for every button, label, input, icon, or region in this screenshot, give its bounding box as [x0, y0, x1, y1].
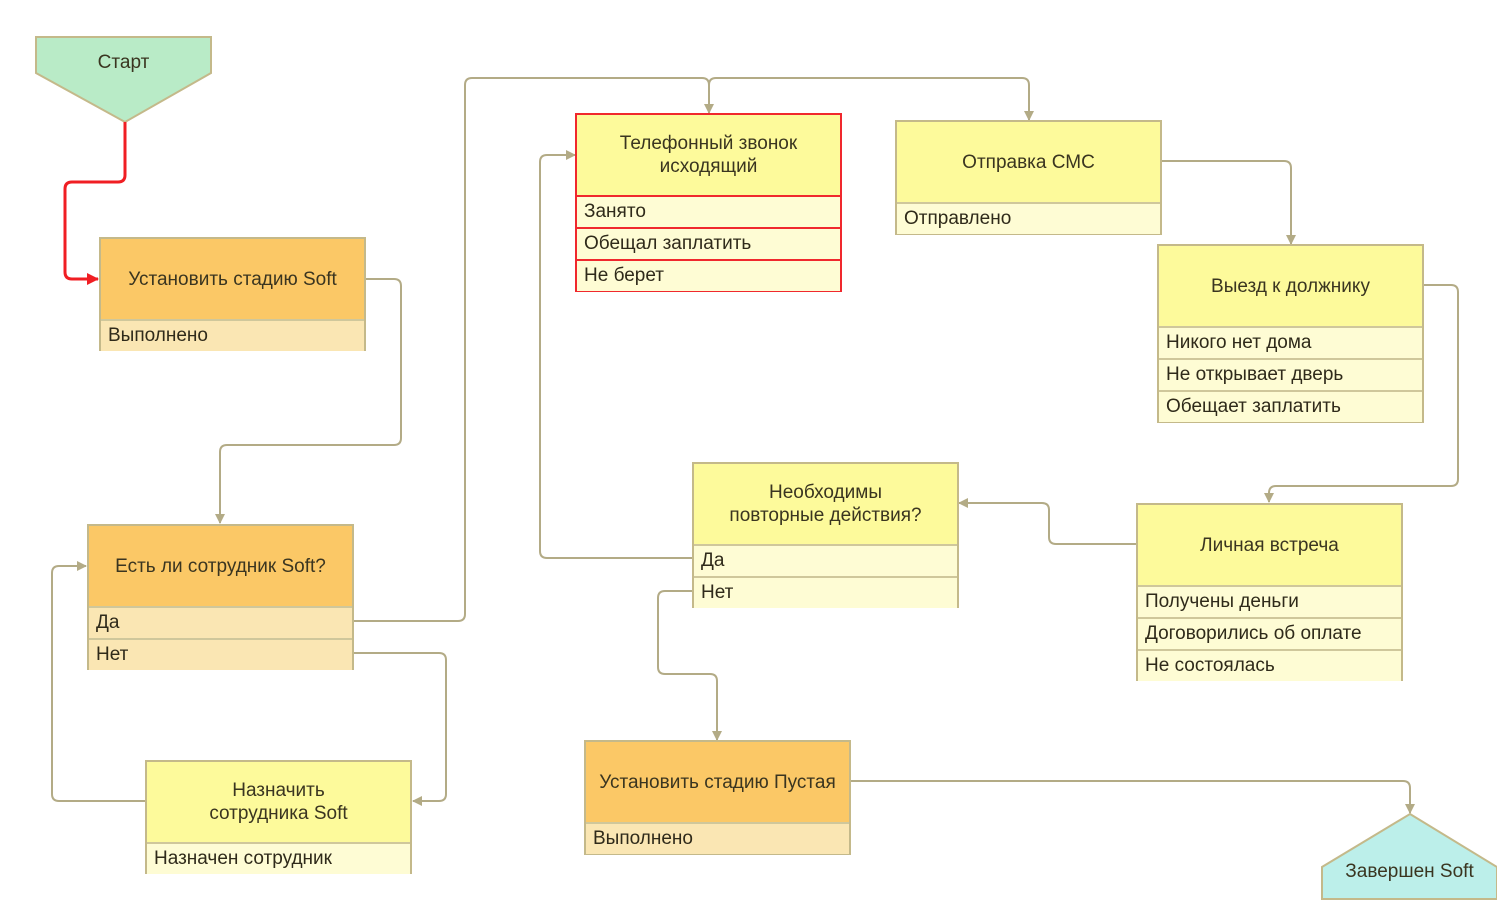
node-phone-call[interactable]: Телефонный звонок исходящий Занято Обеща… [575, 113, 842, 292]
start-label: Старт [97, 52, 150, 73]
outcome-row[interactable]: Никого нет дома [1159, 326, 1422, 358]
connector-repeat-no-to-set-stage-empty[interactable] [657, 590, 722, 741]
outcome-row[interactable]: Не берет [577, 259, 840, 291]
node-title: Личная встреча [1200, 534, 1339, 556]
node-assign-employee[interactable]: Назначить сотрудника Soft Назначен сотру… [145, 760, 412, 874]
node-repeat-needed[interactable]: Необходимы повторные действия? Да Нет [692, 462, 959, 608]
node-title: Назначить сотрудника Soft [209, 780, 348, 824]
outcome-row[interactable]: Договорились об оплате [1138, 617, 1401, 649]
outcome-row-no[interactable]: Нет [694, 576, 957, 608]
node-title: Телефонный звонок исходящий [619, 133, 798, 177]
outcome-row[interactable]: Обещал заплатить [577, 227, 840, 259]
end-point-shape[interactable] [1321, 812, 1497, 900]
outcome-row-no[interactable]: Нет [89, 638, 352, 670]
connector-set-stage-empty-to-end[interactable] [850, 780, 1415, 814]
node-set-stage-soft[interactable]: Установить стадию Soft Выполнено [99, 237, 366, 351]
connector-personal-meeting-to-repeat[interactable] [958, 498, 1137, 545]
outcome-row[interactable]: Выполнено [101, 319, 364, 351]
outcome-row[interactable]: Отправлено [897, 202, 1160, 234]
outcome-row[interactable]: Не состоялась [1138, 649, 1401, 681]
outcome-row[interactable]: Выполнено [586, 822, 849, 854]
connector-send-sms-to-visit-debtor[interactable] [1161, 160, 1296, 245]
start-point-shape[interactable] [35, 36, 212, 124]
node-send-sms[interactable]: Отправка СМС Отправлено [895, 120, 1162, 235]
process-map-canvas: Старт Завершен Soft Установить стадию So… [0, 0, 1497, 901]
node-title: Установить стадию Пустая [599, 771, 836, 793]
outcome-row[interactable]: Получены деньги [1138, 585, 1401, 617]
end-label: Завершен Soft [1345, 861, 1474, 882]
outcome-row-yes[interactable]: Да [694, 544, 957, 576]
node-has-employee[interactable]: Есть ли сотрудник Soft? Да Нет [87, 524, 354, 670]
outcome-row[interactable]: Назначен сотрудник [147, 842, 410, 874]
node-visit-debtor[interactable]: Выезд к должнику Никого нет дома Не откр… [1157, 244, 1424, 423]
node-title: Отправка СМС [962, 151, 1095, 173]
node-set-stage-empty[interactable]: Установить стадию Пустая Выполнено [584, 740, 851, 855]
node-title: Выезд к должнику [1211, 275, 1370, 297]
outcome-row[interactable]: Занято [577, 195, 840, 227]
node-title: Установить стадию Soft [128, 268, 337, 290]
node-title: Есть ли сотрудник Soft? [115, 555, 326, 577]
outcome-row[interactable]: Обещает заплатить [1159, 390, 1422, 422]
node-title: Необходимы повторные действия? [729, 482, 922, 526]
node-personal-meeting[interactable]: Личная встреча Получены деньги Договорил… [1136, 503, 1403, 681]
outcome-row-yes[interactable]: Да [89, 606, 352, 638]
outcome-row[interactable]: Не открывает дверь [1159, 358, 1422, 390]
